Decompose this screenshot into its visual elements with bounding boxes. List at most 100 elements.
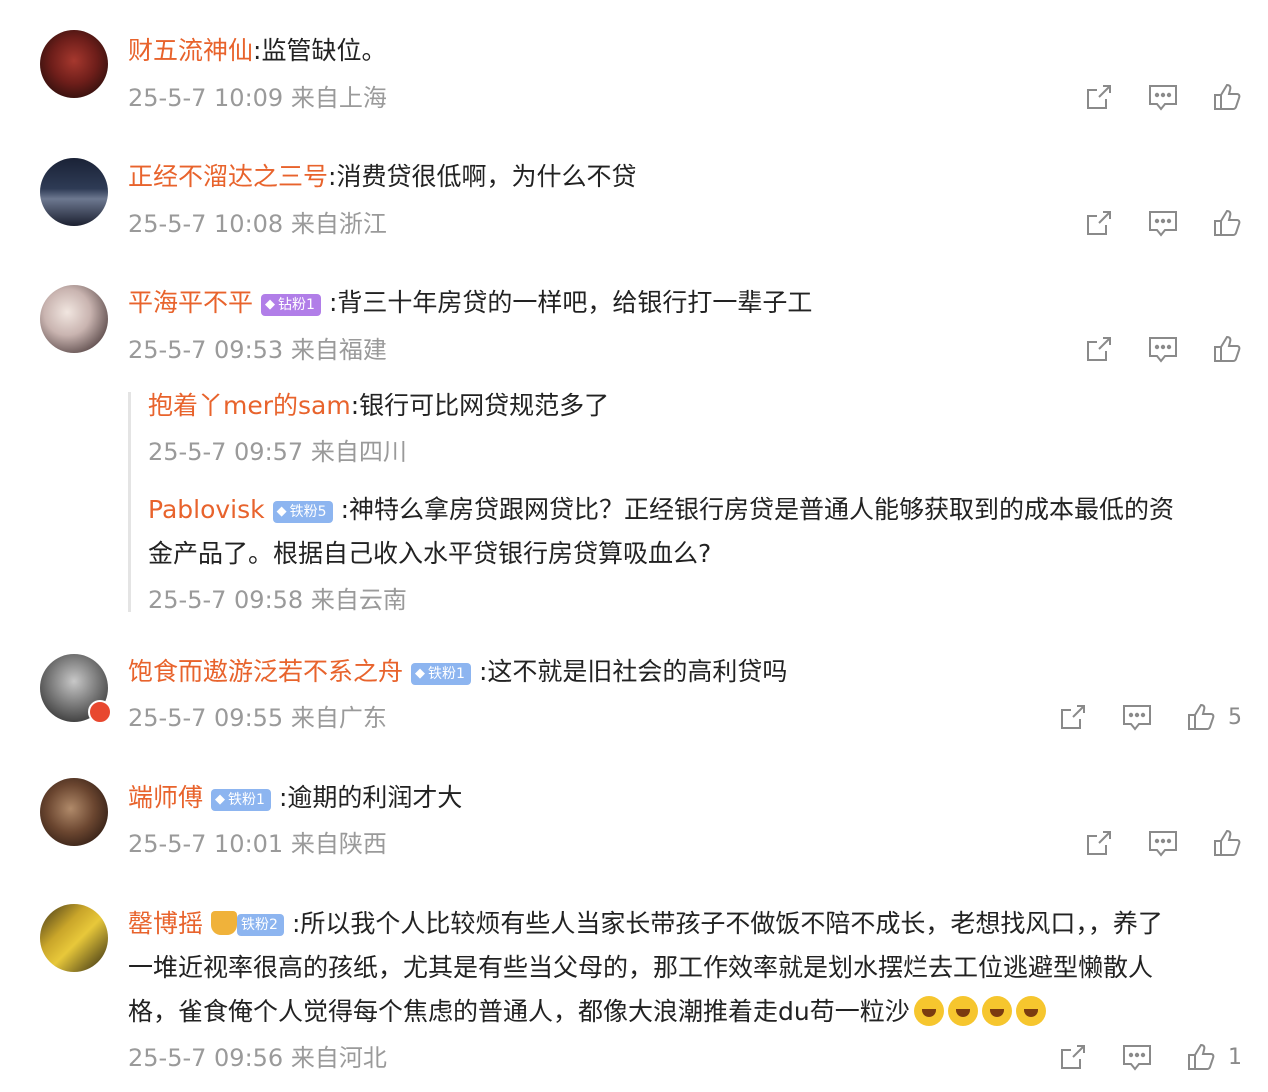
username[interactable]: Pablovisk: [148, 495, 265, 524]
comment-meta: 25-5-7 09:53 来自福建: [128, 335, 387, 365]
comment-button[interactable]: [1148, 82, 1178, 112]
comment-button[interactable]: [1122, 702, 1152, 732]
location: 来自福建: [290, 336, 387, 364]
comment-line: 正经不溜达之三号:消费贷很低啊，为什么不贷: [128, 161, 636, 193]
username[interactable]: 罄博摇: [128, 909, 203, 938]
username[interactable]: 正经不溜达之三号: [128, 162, 328, 191]
avatar[interactable]: [40, 30, 108, 98]
location: 来自河北: [290, 1044, 387, 1072]
location: 来自广东: [290, 704, 387, 732]
comment-actions: [1050, 206, 1242, 240]
username[interactable]: 平海平不平: [128, 288, 253, 317]
share-button[interactable]: [1084, 208, 1114, 238]
comment-meta: 25-5-7 10:08 来自浙江: [128, 209, 387, 239]
like-button[interactable]: 5: [1186, 702, 1242, 732]
timestamp: 25-5-7 10:01: [128, 830, 284, 858]
fan-badge[interactable]: ◆ 铁粉5: [272, 501, 333, 523]
username[interactable]: 端师傅: [128, 783, 203, 812]
share-icon: [1087, 85, 1111, 109]
like-icon: [1214, 83, 1241, 110]
comment-text: :这不就是旧社会的高利贷吗: [478, 657, 788, 686]
comment-text: 格，雀食俺个人觉得每个焦虑的普通人，都像大浪潮推着走du苟一粒沙: [128, 997, 910, 1026]
comment-button[interactable]: [1148, 828, 1178, 858]
like-button[interactable]: [1212, 82, 1242, 112]
like-icon: [1214, 209, 1241, 236]
laughing-emoji-icon: [913, 996, 944, 1026]
verified-badge-icon: [88, 700, 112, 724]
share-button[interactable]: [1084, 82, 1114, 112]
username[interactable]: 财五流神仙: [128, 36, 253, 65]
comment-line: 平海平不平 ◆ 钻粉1:背三十年房贷的一样吧，给银行打一辈子工: [128, 287, 812, 319]
comment-line: 财五流神仙:监管缺位。: [128, 35, 386, 67]
reply-line: Pablovisk ◆ 铁粉5 :神特么拿房贷跟网贷比？正经银行房贷是普通人能够获取到…: [148, 494, 1174, 526]
comment-button[interactable]: [1148, 208, 1178, 238]
share-button[interactable]: [1058, 702, 1088, 732]
diamond-icon: ◆: [276, 504, 287, 519]
timestamp: 25-5-7 10:09: [128, 84, 284, 112]
timestamp: 25-5-7 09:56: [128, 1044, 284, 1072]
comment-icon: [1149, 831, 1177, 857]
reply-text: :神特么拿房贷跟网贷比？正经银行房贷是普通人能够获取到的成本最低的资: [340, 495, 1174, 524]
like-count: 1: [1228, 1044, 1242, 1070]
reply-meta: 25-5-7 09:58 来自云南: [148, 585, 407, 615]
badge-label: 钻粉1: [278, 297, 315, 313]
like-button[interactable]: [1212, 334, 1242, 364]
avatar[interactable]: [40, 904, 108, 972]
comment-icon: [1123, 705, 1151, 731]
timestamp: 25-5-7 09:57: [148, 438, 304, 466]
laughing-emoji-icon: [1015, 996, 1046, 1026]
like-button[interactable]: [1212, 208, 1242, 238]
comment-meta: 25-5-7 09:56 来自河北: [128, 1043, 387, 1073]
comment-actions: 1: [1024, 1040, 1242, 1074]
fan-badge[interactable]: 铁粉2: [237, 914, 284, 936]
fan-badge[interactable]: ◆ 钻粉1: [261, 294, 321, 316]
badge-label: 铁粉5: [289, 504, 327, 520]
location: 来自云南: [310, 586, 407, 614]
share-button[interactable]: [1084, 828, 1114, 858]
like-icon: [1188, 703, 1215, 730]
comment-text: :所以我个人比较烦有些人当家长带孩子不做饭不陪不成长，老想找风口，，养了: [291, 909, 1163, 938]
comment-meta: 25-5-7 10:09 来自上海: [128, 83, 387, 113]
avatar[interactable]: [40, 778, 108, 846]
comment-text: :监管缺位。: [253, 36, 387, 65]
share-icon: [1061, 1045, 1085, 1069]
fan-badge[interactable]: ◆ 铁粉1: [211, 789, 271, 811]
comment-button[interactable]: [1148, 334, 1178, 364]
fan-badge[interactable]: ◆ 铁粉1: [411, 663, 471, 685]
like-button[interactable]: 1: [1186, 1042, 1242, 1072]
badge-label: 铁粉2: [241, 917, 278, 933]
comment-text: :消费贷很低啊，为什么不贷: [328, 162, 637, 191]
laughing-emoji-icon: [981, 996, 1012, 1026]
comment-line: 端师傅 ◆ 铁粉1 :逾期的利润才大: [128, 782, 462, 814]
like-button[interactable]: [1212, 828, 1242, 858]
comment-button[interactable]: [1122, 1042, 1152, 1072]
reply-meta: 25-5-7 09:57 来自四川: [148, 437, 407, 467]
username[interactable]: 抱着丫mer的sam: [148, 391, 351, 420]
comment-icon: [1149, 337, 1177, 363]
share-button[interactable]: [1084, 334, 1114, 364]
location: 来自陕西: [290, 830, 387, 858]
comment-line-continued: 一堆近视率很高的孩纸，尤其是有些当父母的，那工作效率就是划水摆烂去工位逃避型懒散…: [128, 952, 1153, 984]
share-icon: [1087, 211, 1111, 235]
comment-icon: [1123, 1045, 1151, 1071]
like-count: 5: [1228, 704, 1242, 730]
avatar[interactable]: [40, 158, 108, 226]
comment-actions: 5: [1024, 700, 1242, 734]
comment-meta: 25-5-7 09:55 来自广东: [128, 703, 387, 733]
laughing-emoji-icon: [947, 996, 978, 1026]
comment-icon: [1149, 85, 1177, 111]
comment-text: :逾期的利润才大: [278, 783, 463, 812]
like-icon: [1214, 335, 1241, 362]
reply-text: :银行可比网贷规范多了: [350, 391, 610, 420]
diamond-icon: ◆: [415, 666, 426, 681]
diamond-icon: ◆: [215, 792, 226, 807]
share-button[interactable]: [1058, 1042, 1088, 1072]
comment-actions: [1050, 332, 1242, 366]
crown-icon: [211, 911, 238, 935]
timestamp: 25-5-7 09:58: [148, 586, 304, 614]
avatar[interactable]: [40, 285, 108, 353]
comment-line: 罄博摇 铁粉2 :所以我个人比较烦有些人当家长带孩子不做饭不陪不成长，老想找风口，，…: [128, 908, 1163, 940]
location: 来自浙江: [290, 210, 387, 238]
username[interactable]: 饱食而遨游泛若不系之舟: [128, 657, 403, 686]
timestamp: 25-5-7 09:53: [128, 336, 284, 364]
